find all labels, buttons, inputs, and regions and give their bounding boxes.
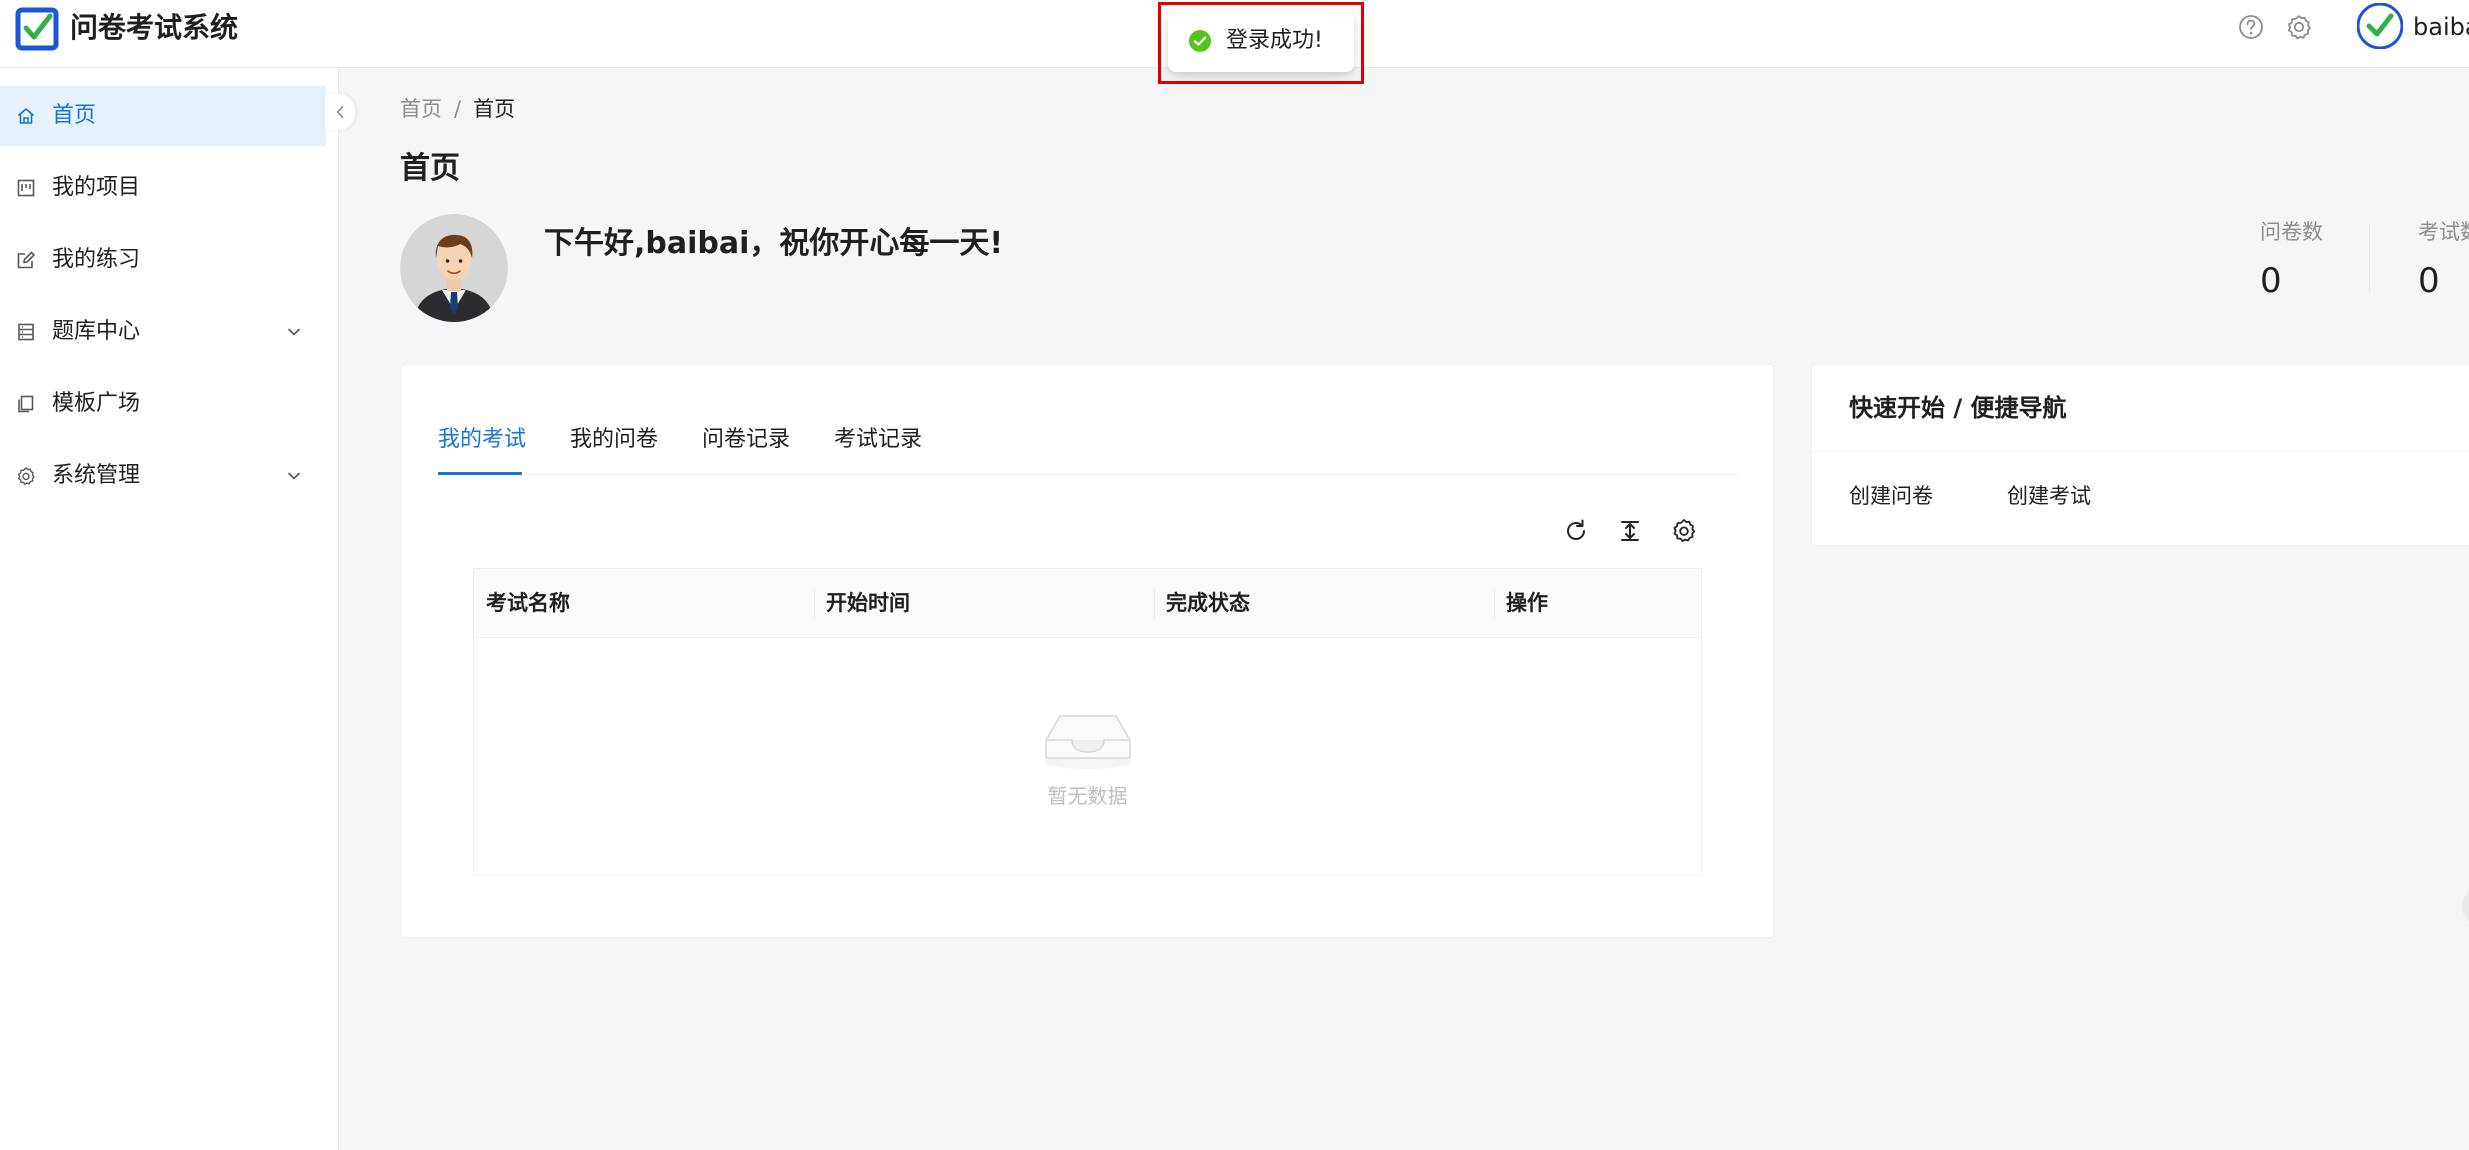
sidebar-item-label: 系统管理 bbox=[52, 463, 141, 488]
sidebar-item-label: 首页 bbox=[52, 103, 97, 128]
empty-state-text: 暂无数据 bbox=[1047, 784, 1128, 808]
chevron-down-icon bbox=[288, 472, 300, 480]
create-exam-link[interactable]: 创建考试 bbox=[2007, 481, 2091, 511]
empty-inbox-icon bbox=[1044, 715, 1132, 769]
tab-questionnaire-records[interactable]: 问卷记录 bbox=[702, 425, 790, 455]
sidebar-item-label: 模板广场 bbox=[52, 391, 141, 416]
stat-value: 0 bbox=[2260, 261, 2282, 301]
stat-questionnaire-count: 问卷数 0 bbox=[2260, 218, 2323, 304]
home-icon bbox=[17, 108, 35, 124]
sidebar-item-home[interactable]: 首页 bbox=[0, 86, 326, 146]
stat-label: 问卷数 bbox=[2260, 220, 2323, 244]
question-circle-icon[interactable] bbox=[2236, 12, 2266, 42]
tab-my-questionnaires[interactable]: 我的问卷 bbox=[570, 425, 658, 455]
sidebar-item-question-bank[interactable]: 题库中心 bbox=[0, 302, 326, 362]
create-questionnaire-link[interactable]: 创建问卷 bbox=[1849, 481, 1933, 511]
tab-my-exams[interactable]: 我的考试 bbox=[438, 425, 526, 455]
stat-value: 0 bbox=[2418, 261, 2440, 301]
page-title: 首页 bbox=[400, 151, 460, 186]
copy-icon bbox=[18, 395, 34, 413]
column-header-status: 完成状态 bbox=[1166, 591, 1250, 615]
stat-exam-count: 考试数 0 bbox=[2418, 218, 2469, 304]
sidebar-item-system-management[interactable]: 系统管理 bbox=[0, 446, 326, 506]
floating-edge-handle[interactable] bbox=[2462, 886, 2469, 926]
breadcrumb-separator: / bbox=[454, 97, 462, 121]
greeting-text: 下午好,baibai，祝你开心每一天! bbox=[544, 226, 1004, 261]
breadcrumb: 首页 / 首页 bbox=[400, 94, 515, 124]
stat-divider bbox=[2369, 224, 2370, 292]
reload-icon[interactable] bbox=[1562, 517, 1590, 545]
project-icon bbox=[17, 179, 35, 197]
user-name[interactable]: baibai bbox=[2413, 12, 2469, 42]
database-icon bbox=[18, 323, 34, 341]
chevron-left-icon bbox=[336, 106, 344, 118]
column-header-actions: 操作 bbox=[1506, 591, 1548, 615]
exam-card: 我的考试 我的问卷 问卷记录 考试记录 考试名称 开始时间 完成状态 操作 暂无… bbox=[400, 364, 1774, 938]
tab-exam-records[interactable]: 考试记录 bbox=[834, 425, 922, 455]
setting-icon[interactable] bbox=[1670, 517, 1698, 545]
table-header: 考试名称 开始时间 完成状态 操作 bbox=[474, 569, 1701, 638]
quick-start-divider bbox=[1812, 451, 2469, 452]
column-height-icon[interactable] bbox=[1616, 517, 1644, 545]
user-avatar[interactable] bbox=[2357, 3, 2403, 49]
tab-active-indicator bbox=[438, 472, 522, 475]
check-circle-icon bbox=[1189, 30, 1211, 52]
chevron-down-icon bbox=[288, 328, 300, 336]
quick-start-title: 快速开始 / 便捷导航 bbox=[1849, 394, 2067, 422]
breadcrumb-current: 首页 bbox=[473, 97, 516, 121]
sidebar-item-label: 我的练习 bbox=[52, 247, 141, 272]
setting-icon bbox=[18, 467, 35, 485]
breadcrumb-link-home[interactable]: 首页 bbox=[400, 97, 442, 121]
check-square-logo bbox=[15, 7, 59, 51]
exam-tabs: 我的考试 我的问卷 问卷记录 考试记录 bbox=[438, 417, 1738, 475]
app-title: 问卷考试系统 bbox=[70, 11, 239, 44]
sidebar-item-my-projects[interactable]: 我的项目 bbox=[0, 158, 326, 218]
exam-table: 考试名称 开始时间 完成状态 操作 暂无数据 bbox=[473, 568, 1702, 876]
sidebar-collapse-button[interactable] bbox=[325, 94, 355, 130]
gear-icon[interactable] bbox=[2284, 12, 2314, 42]
column-header-start-time: 开始时间 bbox=[826, 591, 910, 615]
sidebar-item-label: 我的项目 bbox=[52, 175, 141, 200]
sidebar: 首页 我的项目 我的练习 题库中心 模板广场 系统管理 bbox=[0, 68, 339, 1150]
column-header-exam-name: 考试名称 bbox=[486, 591, 570, 615]
sidebar-item-my-practice[interactable]: 我的练习 bbox=[0, 230, 326, 290]
quick-start-card: 快速开始 / 便捷导航 创建问卷 创建考试 bbox=[1811, 364, 2469, 546]
sidebar-item-label: 题库中心 bbox=[52, 319, 141, 344]
stat-label: 考试数 bbox=[2418, 220, 2469, 244]
profile-avatar bbox=[400, 214, 508, 322]
sidebar-item-template-square[interactable]: 模板广场 bbox=[0, 374, 326, 434]
toast-message: 登录成功! bbox=[1226, 28, 1323, 53]
login-success-toast: 登录成功! bbox=[1168, 10, 1354, 72]
edit-icon bbox=[17, 251, 35, 269]
